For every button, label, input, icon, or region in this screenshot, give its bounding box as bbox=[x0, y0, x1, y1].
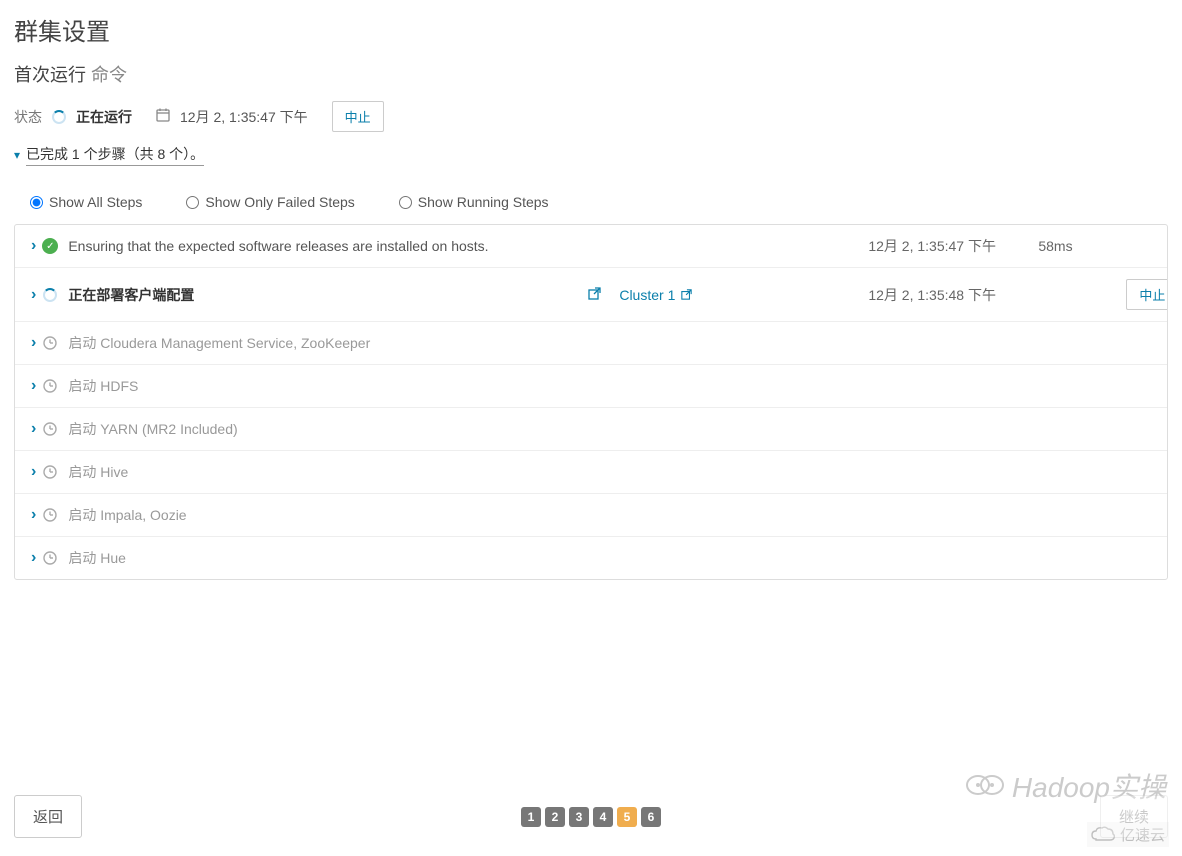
step-link-col: Cluster 1 bbox=[588, 287, 868, 303]
filter-all[interactable]: Show All Steps bbox=[30, 194, 142, 210]
chevron-right-icon[interactable]: › bbox=[31, 237, 36, 255]
pager-step-6[interactable]: 6 bbox=[641, 807, 661, 827]
clock-icon bbox=[42, 335, 58, 351]
clock-icon bbox=[42, 378, 58, 394]
filter-running-radio[interactable] bbox=[399, 196, 412, 209]
step-duration: 58ms bbox=[1038, 238, 1118, 254]
external-link-icon[interactable] bbox=[588, 287, 601, 303]
step-timestamp: 12月 2, 1:35:47 下午 bbox=[868, 236, 1038, 256]
step-row: › ✓ Ensuring that the expected software re… bbox=[15, 225, 1167, 267]
pager-step-2[interactable]: 2 bbox=[545, 807, 565, 827]
step-description: Ensuring that the expected software rele… bbox=[68, 238, 588, 254]
filter-failed[interactable]: Show Only Failed Steps bbox=[186, 194, 354, 210]
subtitle-main: 首次运行 bbox=[14, 65, 86, 85]
progress-text: 已完成 1 个步骤（共 8 个）。 bbox=[26, 144, 204, 166]
step-abort-button[interactable]: 中止 bbox=[1126, 279, 1168, 310]
chevron-right-icon[interactable]: › bbox=[31, 334, 36, 352]
step-row: › 启动 Cloudera Management Service, ZooKeep… bbox=[15, 321, 1167, 364]
footer: 返回 123456 继续 bbox=[0, 783, 1182, 856]
filter-all-label: Show All Steps bbox=[49, 194, 142, 210]
step-row: › 启动 YARN (MR2 Included) bbox=[15, 407, 1167, 450]
chevron-right-icon[interactable]: › bbox=[31, 420, 36, 438]
status-row: 状态 正在运行 12月 2, 1:35:47 下午 中止 bbox=[0, 101, 1182, 144]
clock-icon bbox=[42, 507, 58, 523]
step-action: 中止 bbox=[1118, 279, 1168, 310]
page-title: 群集设置 bbox=[0, 0, 1182, 55]
pager: 123456 bbox=[521, 807, 661, 827]
spinner-icon bbox=[42, 287, 58, 303]
filter-running-label: Show Running Steps bbox=[418, 194, 549, 210]
status-timestamp: 12月 2, 1:35:47 下午 bbox=[180, 107, 308, 127]
step-row: › 启动 Impala, Oozie bbox=[15, 493, 1167, 536]
step-description: 启动 YARN (MR2 Included) bbox=[68, 419, 588, 439]
clock-icon bbox=[42, 550, 58, 566]
step-row: › 启动 HDFS bbox=[15, 364, 1167, 407]
status-label: 状态 bbox=[14, 107, 42, 127]
clock-icon bbox=[42, 421, 58, 437]
progress-toggle[interactable]: ▾ 已完成 1 个步骤（共 8 个）。 bbox=[0, 144, 1182, 176]
chevron-right-icon[interactable]: › bbox=[31, 506, 36, 524]
spinner-icon bbox=[52, 110, 66, 124]
chevron-right-icon[interactable]: › bbox=[31, 286, 36, 304]
step-description: 启动 Impala, Oozie bbox=[68, 505, 588, 525]
subtitle: 首次运行 命令 bbox=[0, 55, 1182, 101]
cluster-link[interactable]: Cluster 1 bbox=[619, 287, 692, 303]
continue-button[interactable]: 继续 bbox=[1100, 795, 1168, 838]
step-row: › 启动 Hue bbox=[15, 536, 1167, 579]
step-description: 启动 Cloudera Management Service, ZooKeepe… bbox=[68, 333, 588, 353]
filter-failed-label: Show Only Failed Steps bbox=[205, 194, 354, 210]
abort-button[interactable]: 中止 bbox=[332, 101, 384, 132]
pager-step-5[interactable]: 5 bbox=[617, 807, 637, 827]
filter-failed-radio[interactable] bbox=[186, 196, 199, 209]
filter-running[interactable]: Show Running Steps bbox=[399, 194, 549, 210]
step-description: 启动 HDFS bbox=[68, 376, 588, 396]
step-description: 启动 Hive bbox=[68, 462, 588, 482]
step-description: 正在部署客户端配置 bbox=[68, 285, 588, 305]
chevron-down-icon: ▾ bbox=[14, 148, 20, 162]
step-description: 启动 Hue bbox=[68, 548, 588, 568]
status-text: 正在运行 bbox=[76, 107, 132, 127]
chevron-right-icon[interactable]: › bbox=[31, 463, 36, 481]
check-circle-icon: ✓ bbox=[42, 238, 58, 254]
pager-step-3[interactable]: 3 bbox=[569, 807, 589, 827]
subtitle-light: 命令 bbox=[91, 65, 127, 85]
calendar-icon bbox=[156, 108, 170, 125]
pager-step-1[interactable]: 1 bbox=[521, 807, 541, 827]
filter-row: Show All Steps Show Only Failed Steps Sh… bbox=[0, 176, 1182, 224]
clock-icon bbox=[42, 464, 58, 480]
pager-step-4[interactable]: 4 bbox=[593, 807, 613, 827]
chevron-right-icon[interactable]: › bbox=[31, 549, 36, 567]
step-timestamp: 12月 2, 1:35:48 下午 bbox=[868, 285, 1038, 305]
back-button[interactable]: 返回 bbox=[14, 795, 82, 838]
steps-table: › ✓ Ensuring that the expected software re… bbox=[14, 224, 1168, 580]
step-row: › 正在部署客户端配置 Cluster 1 12月 2, 1:35:48 下午 中止 bbox=[15, 267, 1167, 321]
filter-all-radio[interactable] bbox=[30, 196, 43, 209]
chevron-right-icon[interactable]: › bbox=[31, 377, 36, 395]
step-row: › 启动 Hive bbox=[15, 450, 1167, 493]
